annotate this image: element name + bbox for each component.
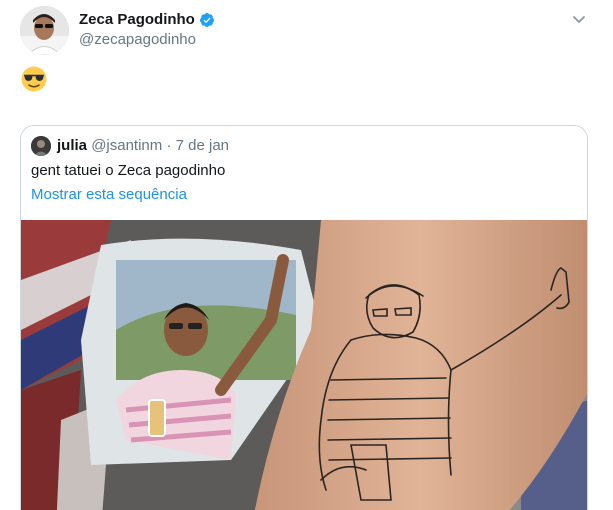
show-thread-link[interactable]: Mostrar esta sequência (31, 186, 187, 203)
tweet: Zeca Pagodinho @zecapagodinho julia @jsa… (0, 0, 613, 510)
quoted-date[interactable]: 7 de jan (176, 137, 229, 154)
author-handle[interactable]: @zecapagodinho (79, 31, 196, 48)
author-display-name[interactable]: Zeca Pagodinho (79, 11, 195, 28)
author-name-row: Zeca Pagodinho (79, 11, 215, 28)
sunglasses-emoji-icon (20, 65, 48, 93)
quoted-separator: · (166, 137, 172, 154)
verified-badge-icon (199, 12, 215, 28)
chevron-down-icon[interactable] (570, 10, 588, 28)
quoted-tweet-header: julia @jsantinm · 7 de jan (57, 137, 229, 154)
quoted-author-avatar[interactable] (31, 136, 51, 156)
quoted-tweet-text: gent tatuei o Zeca pagodinho (31, 162, 226, 179)
author-avatar[interactable] (20, 6, 69, 55)
quoted-tweet-photo[interactable] (21, 220, 587, 510)
quoted-author-name[interactable]: julia (57, 137, 87, 154)
quoted-tweet-card[interactable]: julia @jsantinm · 7 de jan gent tatuei o… (20, 125, 588, 510)
quoted-author-handle[interactable]: @jsantinm (91, 137, 162, 154)
